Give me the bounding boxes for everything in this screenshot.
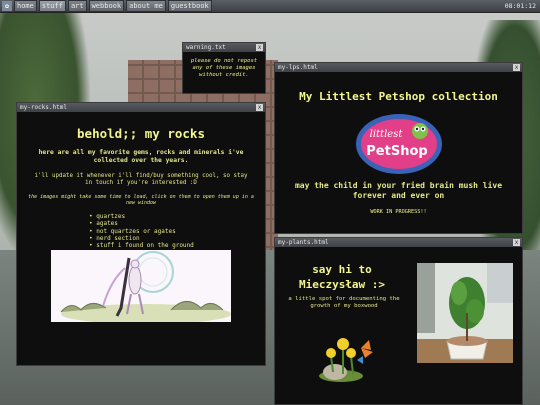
taskbar-about-me[interactable]: about me <box>126 0 166 12</box>
warning-text: please do not repost any of these images… <box>190 58 258 78</box>
boxwood-photo[interactable] <box>417 263 513 363</box>
plants-window: my-plants.html x say hi to Mieczysław :>… <box>274 237 523 405</box>
rocks-load-note: the images might take some time to load,… <box>28 193 254 207</box>
lps-logo[interactable]: littlest PetShop <box>354 111 444 177</box>
taskbar: ✿ home stuff art webbook about me guestb… <box>0 0 540 13</box>
rocks-link-other[interactable]: not quartzes or agates <box>89 228 265 235</box>
rocks-link-quartzes[interactable]: quartzes <box>89 213 265 220</box>
rocks-close-icon[interactable]: x <box>256 104 263 111</box>
plants-title: my-plants.html <box>278 239 329 246</box>
lps-close-icon[interactable]: x <box>513 64 520 71</box>
lps-title: my-lps.html <box>278 64 318 71</box>
flower-butterfly-image <box>313 326 377 384</box>
taskbar-stuff[interactable]: stuff <box>38 0 66 12</box>
warning-title: warning.txt <box>186 44 226 51</box>
taskbar-guestbook[interactable]: guestbook <box>167 0 212 12</box>
rocks-title: my-rocks.html <box>20 104 67 111</box>
rocks-link-agates[interactable]: agates <box>89 220 265 227</box>
taskbar-art[interactable]: art <box>67 0 87 12</box>
warning-window: warning.txt x please do not repost any o… <box>182 42 266 94</box>
rocks-link-ground[interactable]: stuff i found on the ground <box>89 242 265 249</box>
rocks-update-note: i'll update it whenever i'll find/buy so… <box>34 173 248 187</box>
rocks-titlebar[interactable]: my-rocks.html x <box>17 103 265 112</box>
taskbar-webbook[interactable]: webbook <box>88 0 125 12</box>
rocks-list: quartzes agates not quartzes or agates n… <box>89 213 265 250</box>
plants-heading: say hi to Mieczysław :> <box>298 263 386 291</box>
lps-window: my-lps.html x My Littlest Petshop collec… <box>274 62 523 234</box>
lps-status: WORK IN PROGRESS!! <box>370 209 427 215</box>
clock: 08:01:12 <box>504 2 536 10</box>
rocks-intro: here are all my favorite gems, rocks and… <box>38 149 244 164</box>
lps-logo-text-bottom: PetShop <box>366 144 427 159</box>
start-menu-icon[interactable]: ✿ <box>2 1 12 11</box>
rocks-heading: behold;; my rocks <box>77 126 205 141</box>
rocks-link-nerd[interactable]: nerd section <box>89 235 265 242</box>
plants-close-icon[interactable]: x <box>513 239 520 246</box>
plants-titlebar[interactable]: my-plants.html x <box>275 238 522 247</box>
lps-logo-text-top: littlest <box>369 129 403 140</box>
rocks-window: my-rocks.html x behold;; my rocks here a… <box>16 102 266 366</box>
warning-titlebar[interactable]: warning.txt x <box>183 43 265 52</box>
rock-illustration[interactable] <box>51 250 231 322</box>
lps-tagline: may the child in your fried brain mush l… <box>294 181 503 200</box>
taskbar-home[interactable]: home <box>14 0 37 12</box>
plants-text: a little spot for documenting the growth… <box>288 296 400 310</box>
lps-heading: My Littlest Petshop collection <box>299 90 498 103</box>
warning-close-icon[interactable]: x <box>256 44 263 51</box>
lps-titlebar[interactable]: my-lps.html x <box>275 63 522 72</box>
